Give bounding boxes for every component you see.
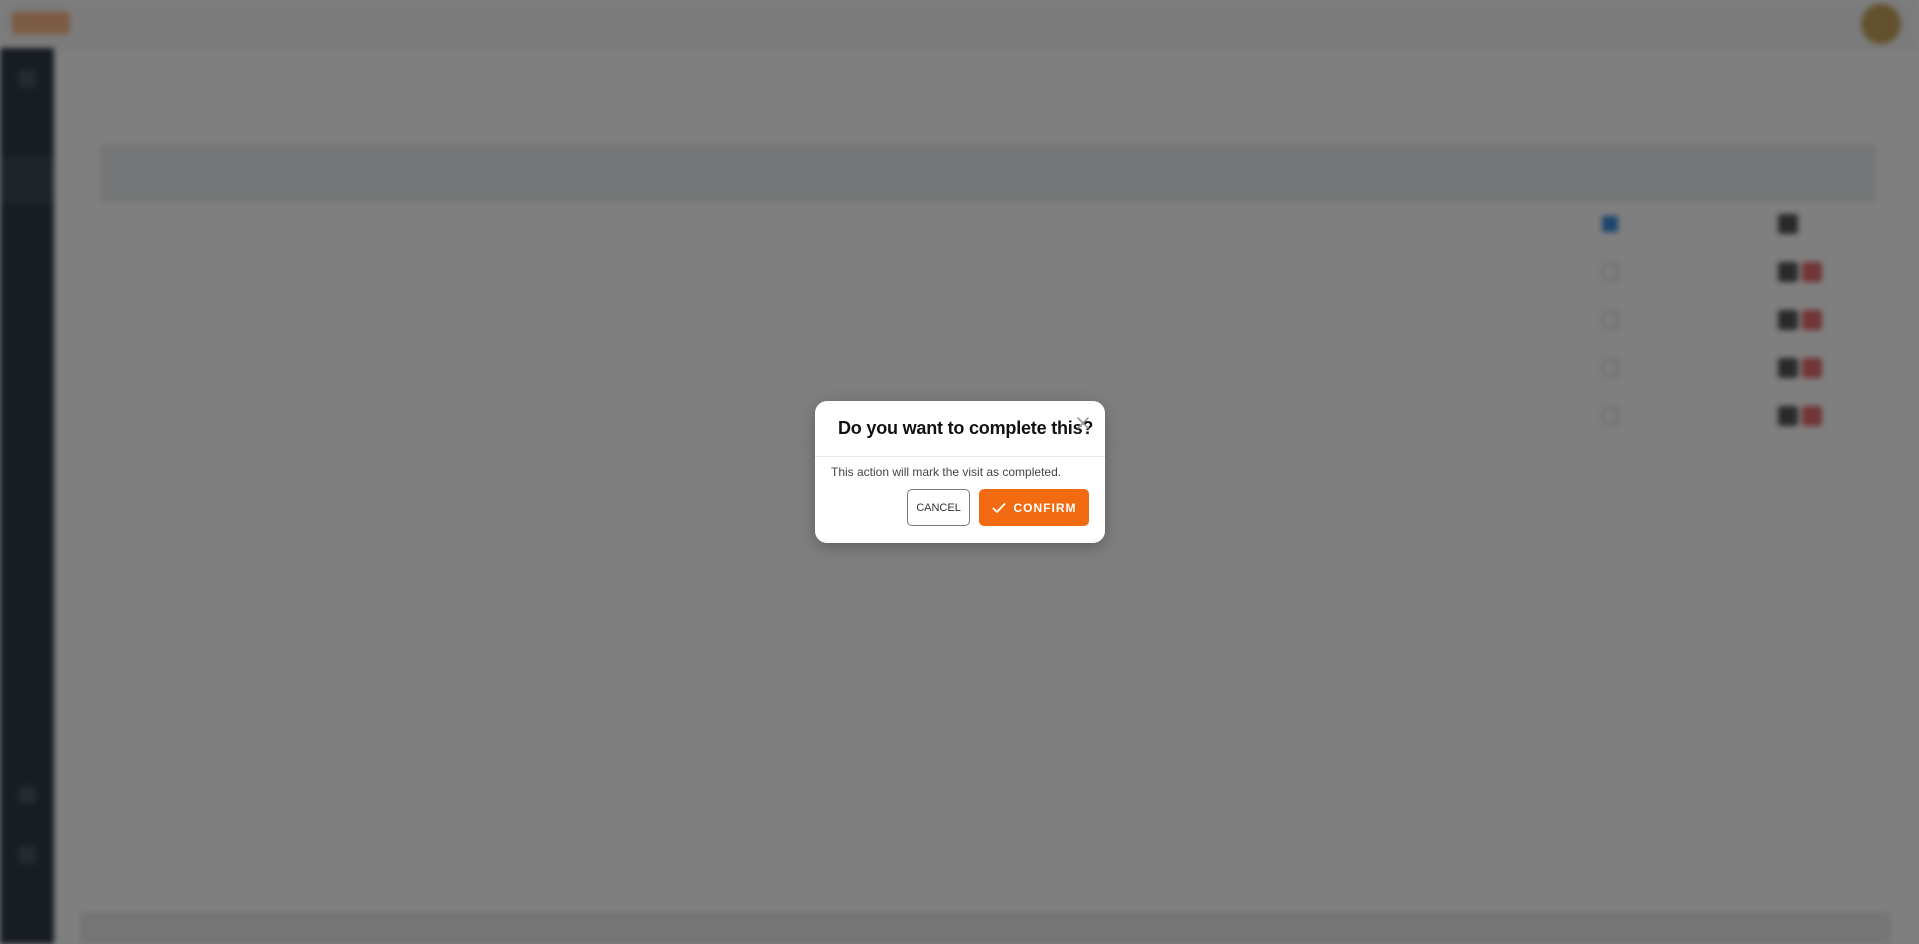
dialog-divider	[815, 456, 1105, 457]
confirm-button[interactable]: CONFIRM	[979, 489, 1089, 526]
confirm-dialog: Do you want to complete this? This actio…	[815, 401, 1105, 543]
dialog-title: Do you want to complete this?	[838, 418, 1094, 438]
check-icon	[992, 502, 1006, 514]
cancel-button[interactable]: CANCEL	[907, 489, 970, 526]
dialog-message: This action will mark the visit as compl…	[831, 465, 1062, 479]
confirm-label: CONFIRM	[1013, 500, 1077, 515]
close-icon[interactable]	[1075, 415, 1091, 431]
